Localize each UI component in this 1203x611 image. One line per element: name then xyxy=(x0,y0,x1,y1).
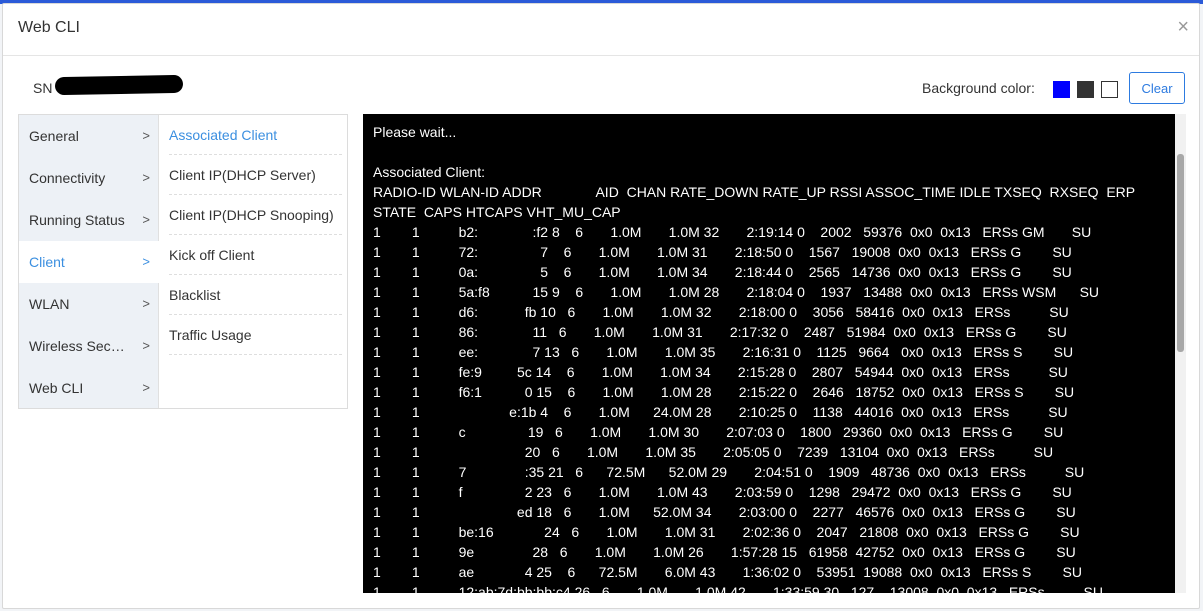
chevron-right-icon: > xyxy=(142,338,150,353)
terminal-line: 1 1 ae 4 25 6 72.5M 6.0M 43 1:36:02 0 53… xyxy=(373,564,1082,580)
nav-item-general[interactable]: General > xyxy=(19,115,159,157)
serial-number-redaction xyxy=(54,74,184,96)
terminal-line: RADIO-ID WLAN-ID ADDR AID CHAN RATE_DOWN… xyxy=(373,184,1136,200)
terminal-line: Please wait... xyxy=(373,124,457,140)
terminal-line: STATE CAPS HTCAPS VHT_MU_CAP xyxy=(373,204,621,220)
nav-item-connectivity[interactable]: Connectivity > xyxy=(19,157,159,199)
terminal-line: 1 1 20 6 1.0M 1.0M 35 2:05:05 0 7239 131… xyxy=(373,444,1054,460)
nav-item-running-status[interactable]: Running Status > xyxy=(19,199,159,241)
terminal-line: 1 1 9e 28 6 1.0M 1.0M 26 1:57:28 15 6195… xyxy=(373,544,1076,560)
terminal-line: 1 1 d6: fb 10 6 1.0M 1.0M 32 2:18:00 0 3… xyxy=(373,304,1069,320)
clear-button[interactable]: Clear xyxy=(1129,72,1185,104)
subnav-kick-off-client[interactable]: Kick off Client xyxy=(169,235,342,275)
terminal-scrollbar[interactable] xyxy=(1175,114,1186,593)
terminal-line: 1 1 ed 18 6 1.0M 52.0M 34 2:03:00 0 2277… xyxy=(373,504,1076,520)
terminal-line: 1 1 ee: 7 13 6 1.0M 1.0M 35 2:16:31 0 11… xyxy=(373,344,1074,360)
nav-item-wlan[interactable]: WLAN > xyxy=(19,283,159,325)
chevron-right-icon: > xyxy=(142,296,150,311)
terminal-line: 1 1 0a: 5 6 1.0M 1.0M 34 2:18:44 0 2565 … xyxy=(373,264,1072,280)
nav-item-client[interactable]: Client > xyxy=(19,241,159,283)
chevron-right-icon: > xyxy=(142,128,150,143)
command-menu: General > Connectivity > Running Status … xyxy=(18,114,348,409)
terminal-line: 1 1 f 2 23 6 1.0M 1.0M 43 2:03:59 0 1298… xyxy=(373,484,1072,500)
terminal-line: 1 1 12:ab:7d:bb:bb:c4 26 6 1.0M 1.0M 42 … xyxy=(373,584,1103,593)
terminal-line: 1 1 fe:9 5c 14 6 1.0M 1.0M 34 2:15:28 0 … xyxy=(373,364,1068,380)
terminal-line: 1 1 e:1b 4 6 1.0M 24.0M 28 2:10:25 0 113… xyxy=(373,404,1068,420)
close-icon[interactable]: × xyxy=(1177,16,1189,38)
dialog-title: Web CLI xyxy=(18,19,80,36)
terminal-line: 1 1 c 19 6 1.0M 1.0M 30 2:07:03 0 1800 2… xyxy=(373,424,1064,440)
terminal-line: 1 1 7 :35 21 6 72.5M 52.0M 29 2:04:51 0 … xyxy=(373,464,1085,480)
serial-number-label: SN xyxy=(33,80,53,96)
chevron-right-icon: > xyxy=(142,380,150,395)
terminal-line: 1 1 be:16 24 6 1.0M 1.0M 31 2:02:36 0 20… xyxy=(373,524,1080,540)
scrollbar-thumb[interactable] xyxy=(1177,154,1184,352)
terminal-line: 1 1 b2: :f2 8 6 1.0M 1.0M 32 2:19:14 0 2… xyxy=(373,224,1092,240)
web-cli-dialog: Web CLI × SN Background color: Clear Gen… xyxy=(2,3,1200,609)
subnav-client-ip-dhcp-snooping[interactable]: Client IP(DHCP Snooping) xyxy=(169,195,342,235)
chevron-right-icon: > xyxy=(142,170,150,185)
nav-item-wireless-security[interactable]: Wireless Security > xyxy=(19,325,159,367)
subnav-client-ip-dhcp-server[interactable]: Client IP(DHCP Server) xyxy=(169,155,342,195)
subnav-traffic-usage[interactable]: Traffic Usage xyxy=(169,315,342,355)
terminal-line: 1 1 5a:f8 15 9 6 1.0M 1.0M 28 2:18:04 0 … xyxy=(373,284,1100,300)
terminal-line: 1 1 72: 7 6 1.0M 1.0M 31 2:18:50 0 1567 … xyxy=(373,244,1072,260)
background-color-label: Background color: xyxy=(922,80,1035,96)
cli-output-terminal[interactable]: Please wait... Associated Client: RADIO-ID… xyxy=(363,114,1175,593)
chevron-right-icon: > xyxy=(142,254,150,269)
category-list: General > Connectivity > Running Status … xyxy=(19,115,159,408)
terminal-line: 1 1 f6:1 0 15 6 1.0M 1.0M 28 2:15:22 0 2… xyxy=(373,384,1075,400)
color-swatch-dark-gray[interactable] xyxy=(1077,81,1094,98)
terminal-line: 1 1 86: 11 6 1.0M 1.0M 31 2:17:32 0 2487… xyxy=(373,324,1067,340)
terminal-line: Associated Client: xyxy=(373,164,486,180)
nav-item-web-cli[interactable]: Web CLI > xyxy=(19,367,159,409)
color-swatch-blue[interactable] xyxy=(1053,81,1070,98)
dialog-header: Web CLI × xyxy=(3,4,1199,56)
subnav-blacklist[interactable]: Blacklist xyxy=(169,275,342,315)
chevron-right-icon: > xyxy=(142,212,150,227)
subnav-associated-client[interactable]: Associated Client xyxy=(169,115,342,155)
color-swatch-white[interactable] xyxy=(1101,81,1118,98)
